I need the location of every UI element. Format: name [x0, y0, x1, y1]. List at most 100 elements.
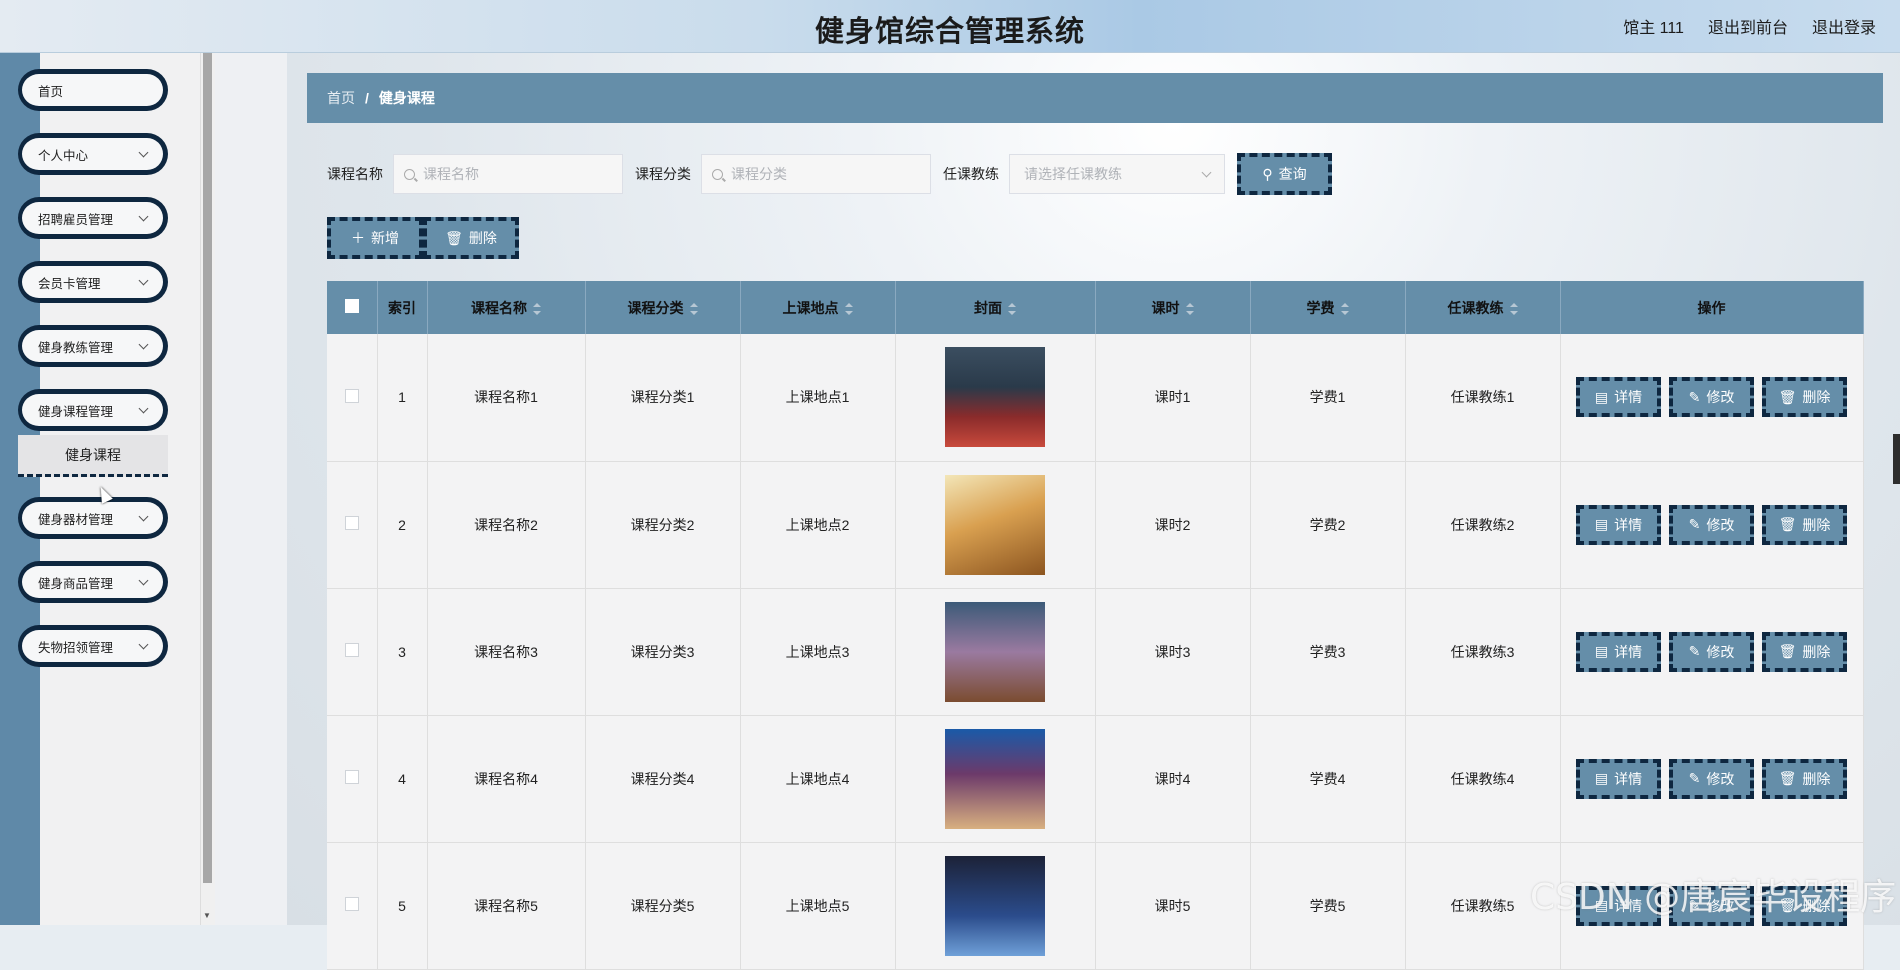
- sidebar-item-label: 健身器材管理: [38, 512, 114, 527]
- name-cell: 课程名称3: [427, 588, 586, 716]
- sort-icon[interactable]: [844, 302, 853, 315]
- coach-cell: 任课教练3: [1405, 588, 1561, 716]
- column-header-sortable[interactable]: 课程名称: [427, 281, 586, 334]
- watermark: CSDN @唐宸毕设程序: [1530, 877, 1897, 918]
- coach-select[interactable]: 请选择任课教练: [1009, 154, 1225, 194]
- delete-button-label: 删除: [1802, 516, 1831, 533]
- sidebar-item-home[interactable]: 首页: [18, 69, 168, 111]
- course-name-input[interactable]: 课程名称: [393, 154, 623, 194]
- chevron-down-icon: [138, 211, 149, 222]
- add-button[interactable]: ＋ 新增: [327, 217, 423, 259]
- sort-icon[interactable]: [1185, 302, 1194, 315]
- cover-image[interactable]: [945, 474, 1045, 575]
- cover-cell: [895, 461, 1096, 589]
- column-header-sortable[interactable]: 封面: [895, 281, 1096, 334]
- page-scrollbar-thumb[interactable]: [1893, 434, 1900, 484]
- scroll-down-arrow-icon[interactable]: ▼: [203, 911, 211, 920]
- select-all-header[interactable]: [327, 281, 378, 334]
- row-checkbox[interactable]: [344, 770, 359, 784]
- sidebar-scrollbar-thumb[interactable]: [203, 53, 212, 883]
- column-header-sortable[interactable]: 课时: [1095, 281, 1251, 334]
- sidebar-item-course[interactable]: 健身课程管理: [18, 389, 168, 431]
- sidebar-item-label: 健身课程管理: [38, 404, 114, 419]
- table-row: 4 课程名称4 课程分类4 上课地点4 课时4 学费4 任课教练4 ▤ 详情 ✎ 修…: [327, 715, 1864, 843]
- sidebar-item-coach[interactable]: 健身教练管理: [18, 325, 168, 367]
- breadcrumb-separator: /: [365, 90, 369, 106]
- sort-icon[interactable]: [689, 302, 698, 315]
- sidebar-item-member-card[interactable]: 会员卡管理: [18, 261, 168, 303]
- query-button[interactable]: ⚲ 查询: [1237, 153, 1332, 195]
- index-cell: 5: [377, 842, 428, 970]
- location-cell: 上课地点1: [740, 334, 896, 462]
- row-checkbox[interactable]: [344, 516, 359, 530]
- pencil-icon: ✎: [1688, 516, 1701, 532]
- edit-button-label: 修改: [1706, 389, 1735, 406]
- edit-button-label: 修改: [1706, 770, 1735, 787]
- search-icon: ⚲: [1262, 165, 1273, 182]
- actions-cell: ▤ 详情 ✎ 修改 🗑 删除: [1560, 588, 1864, 716]
- edit-button[interactable]: ✎ 修改: [1669, 758, 1754, 799]
- edit-button[interactable]: ✎ 修改: [1669, 377, 1754, 418]
- detail-button[interactable]: ▤ 详情: [1576, 504, 1661, 545]
- chevron-down-icon: [138, 511, 149, 522]
- course-category-input[interactable]: 课程分类: [701, 154, 931, 194]
- breadcrumb-home[interactable]: 首页: [327, 88, 355, 108]
- location-cell: 上课地点2: [740, 461, 896, 589]
- table-header-row: 索引 课程名称 课程分类 上课地点 封面 课时 学费 任课教练 操作: [327, 281, 1864, 334]
- sort-icon[interactable]: [533, 302, 541, 315]
- cover-image[interactable]: [945, 728, 1045, 829]
- column-header-sortable[interactable]: 学费: [1250, 281, 1406, 334]
- sidebar-item-equipment[interactable]: 健身器材管理: [18, 497, 168, 539]
- row-select-cell[interactable]: [327, 334, 378, 462]
- location-cell: 上课地点4: [740, 715, 896, 843]
- column-header-sortable[interactable]: 上课地点: [740, 281, 896, 334]
- row-checkbox[interactable]: [344, 897, 359, 911]
- pencil-icon: ✎: [1688, 643, 1701, 659]
- coach-cell: 任课教练2: [1405, 461, 1561, 589]
- cover-image[interactable]: [945, 347, 1045, 448]
- hours-cell: 课时3: [1095, 588, 1251, 716]
- sort-icon[interactable]: [1509, 302, 1518, 315]
- sidebar-item-label: 首页: [38, 84, 64, 99]
- detail-button[interactable]: ▤ 详情: [1576, 377, 1661, 418]
- cover-image[interactable]: [945, 855, 1045, 956]
- delete-button[interactable]: 🗑 删除: [1762, 631, 1847, 672]
- index-cell: 3: [377, 588, 428, 716]
- row-checkbox[interactable]: [344, 388, 359, 403]
- delete-button[interactable]: 🗑 删除: [1762, 377, 1847, 418]
- sidebar-item-goods[interactable]: 健身商品管理: [18, 561, 168, 603]
- column-header-label: 索引: [388, 299, 416, 316]
- row-select-cell[interactable]: [327, 842, 378, 970]
- row-checkbox[interactable]: [344, 643, 359, 657]
- sort-icon[interactable]: [1340, 302, 1349, 315]
- cover-image[interactable]: [945, 601, 1045, 702]
- select-all-checkbox[interactable]: [344, 299, 359, 313]
- sidebar-subitem-course[interactable]: 健身课程: [18, 435, 168, 477]
- sort-icon[interactable]: [1008, 302, 1016, 315]
- table-row: 3 课程名称3 课程分类3 上课地点3 课时3 学费3 任课教练3 ▤ 详情 ✎ 修…: [327, 588, 1864, 716]
- fee-cell: 学费3: [1250, 588, 1406, 716]
- logout-link[interactable]: 退出登录: [1812, 14, 1876, 38]
- row-select-cell[interactable]: [327, 588, 378, 716]
- edit-button[interactable]: ✎ 修改: [1669, 631, 1754, 672]
- row-select-cell[interactable]: [327, 461, 378, 589]
- column-header-sortable[interactable]: 课程分类: [585, 281, 741, 334]
- sidebar-item-label: 会员卡管理: [38, 276, 101, 291]
- row-select-cell[interactable]: [327, 715, 378, 843]
- trash-icon: 🗑: [1778, 770, 1797, 786]
- edit-button[interactable]: ✎ 修改: [1669, 504, 1754, 545]
- delete-button[interactable]: 🗑 删除: [1762, 504, 1847, 545]
- column-header-sortable[interactable]: 任课教练: [1405, 281, 1561, 334]
- detail-button[interactable]: ▤ 详情: [1576, 631, 1661, 672]
- sidebar-item-personal-center[interactable]: 个人中心: [18, 133, 168, 175]
- column-header: 索引: [377, 281, 428, 334]
- back-to-front-link[interactable]: 退出到前台: [1708, 14, 1788, 38]
- breadcrumb-current: 健身课程: [378, 90, 435, 106]
- batch-delete-button[interactable]: 🗑 删除: [423, 217, 519, 259]
- category-cell: 课程分类2: [585, 461, 741, 589]
- sidebar-item-lost-found[interactable]: 失物招领管理: [18, 625, 168, 667]
- detail-button[interactable]: ▤ 详情: [1576, 758, 1661, 799]
- category-cell: 课程分类5: [585, 842, 741, 970]
- delete-button[interactable]: 🗑 删除: [1762, 758, 1847, 799]
- sidebar-item-recruit-staff[interactable]: 招聘雇员管理: [18, 197, 168, 239]
